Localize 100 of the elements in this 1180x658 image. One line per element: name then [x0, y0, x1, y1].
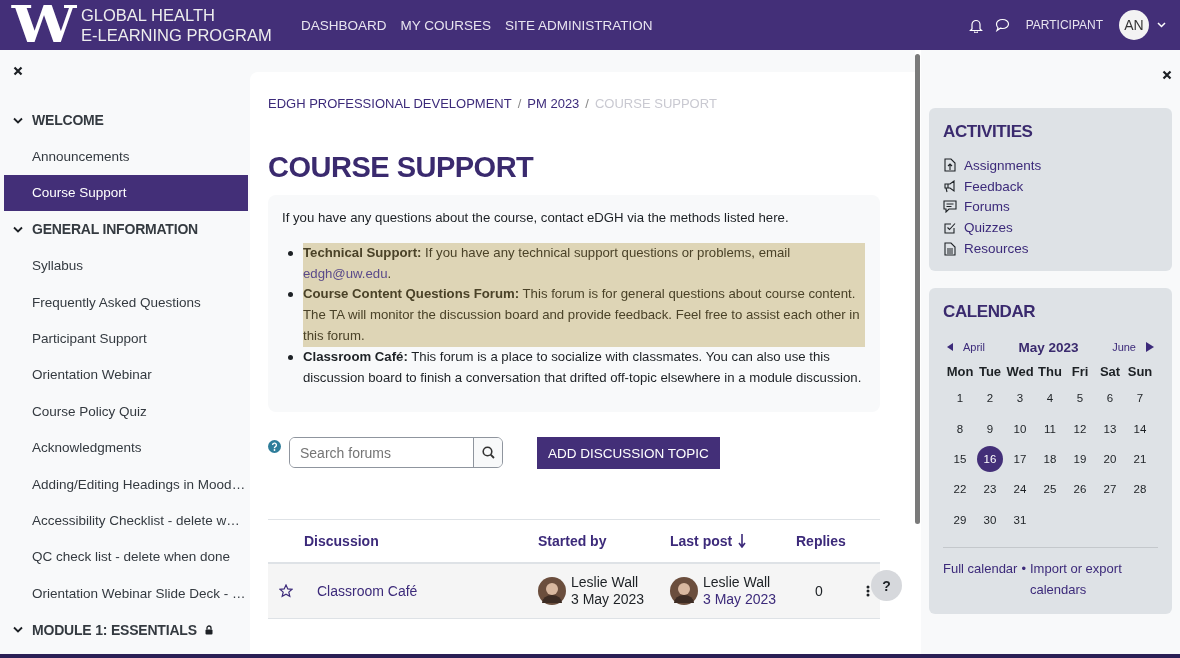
weekday-label: Sat: [1098, 363, 1122, 381]
calendar-day[interactable]: 29: [947, 506, 973, 533]
sidebar-item[interactable]: Adding/Editing Headings in Mood…: [4, 465, 248, 503]
author-name: Leslie Wall: [703, 574, 772, 592]
column-header[interactable]: Replies: [796, 533, 856, 550]
sidebar-item[interactable]: Participant Support: [4, 320, 248, 357]
sidebar-item[interactable]: Course Support: [4, 174, 248, 212]
next-month-link[interactable]: June: [1112, 341, 1154, 354]
weekday-label: Sun: [1126, 363, 1154, 381]
calendar-day[interactable]: 18: [1037, 445, 1063, 472]
add-topic-button[interactable]: ADD DISCUSSION TOPIC: [537, 437, 720, 470]
avatar-icon: [670, 577, 698, 606]
calendar-day[interactable]: 15: [947, 445, 973, 472]
weekday-label: Tue: [977, 363, 1003, 381]
avatar-icon: [538, 577, 566, 606]
help-button[interactable]: ?: [871, 570, 902, 602]
calendar-day[interactable]: 16: [977, 445, 1003, 472]
block-title: ACTIVITIES: [943, 122, 1034, 142]
search-button[interactable]: [473, 438, 502, 468]
chevron-icon[interactable]: [13, 225, 23, 233]
activity-link[interactable]: Resources: [964, 241, 1029, 257]
calendar-day[interactable]: 11: [1037, 415, 1063, 442]
calendar-day[interactable]: 14: [1127, 415, 1153, 442]
document-icon: [943, 241, 957, 256]
nav-link[interactable]: SITE ADMINISTRATION: [505, 17, 653, 33]
calendar-day[interactable]: 23: [977, 476, 1003, 503]
email-link[interactable]: edgh@uw.edu: [303, 265, 388, 281]
bell-icon[interactable]: [968, 17, 983, 33]
calendar-day[interactable]: 27: [1097, 476, 1123, 503]
sidebar-item[interactable]: Acknowledgments: [4, 429, 248, 466]
section-heading[interactable]: GENERAL INFORMATION: [32, 221, 198, 238]
chat-icon[interactable]: [994, 18, 1010, 32]
column-header[interactable]: Discussion: [304, 533, 538, 550]
sidebar-item[interactable]: Announcements: [4, 138, 248, 175]
sidebar-item[interactable]: Frequently Asked Questions: [4, 283, 248, 321]
calendar-day[interactable]: 8: [947, 415, 973, 442]
sort-down-icon[interactable]: [738, 534, 747, 549]
scrollbar[interactable]: [915, 54, 920, 524]
calendar-day[interactable]: 26: [1067, 476, 1093, 503]
activity-link[interactable]: Quizzes: [964, 220, 1013, 236]
activity-link[interactable]: Forums: [964, 199, 1010, 215]
calendar-day[interactable]: 12: [1067, 415, 1093, 442]
search-icon: [481, 446, 495, 460]
calendar-day[interactable]: 22: [947, 476, 973, 503]
section-heading[interactable]: MODULE 1: ESSENTIALS: [32, 621, 213, 638]
discussion-link[interactable]: Classroom Café: [317, 583, 418, 600]
sidebar-item[interactable]: Orientation Webinar: [4, 356, 248, 394]
sidebar-item[interactable]: Course Policy Quiz: [4, 393, 248, 430]
megaphone-icon: [943, 179, 957, 193]
reply-count: 0: [814, 583, 824, 600]
calendar-day[interactable]: 2: [977, 385, 1003, 412]
nav-link[interactable]: DASHBOARD: [301, 17, 387, 33]
intro-text: If you have any questions about the course, contact eDGH via the methods listed here.: [282, 209, 790, 227]
previous-month-link[interactable]: April: [947, 341, 985, 354]
nav-link[interactable]: MY COURSES: [400, 17, 492, 33]
brand-name: E-LEARNING PROGRAM: [81, 25, 273, 45]
bullet-icon: [288, 354, 293, 360]
calendar-link[interactable]: Full calendar: [943, 560, 1018, 576]
calendar-day[interactable]: 31: [1007, 506, 1033, 533]
column-header[interactable]: Last post: [670, 533, 733, 550]
calendar-day[interactable]: 20: [1097, 445, 1123, 472]
sidebar-item[interactable]: QC check list - delete when done: [4, 538, 248, 576]
search-field[interactable]: Search forums: [289, 437, 503, 469]
activity-link[interactable]: Assignments: [964, 157, 1042, 173]
calendar-day[interactable]: 6: [1097, 385, 1123, 412]
more-icon[interactable]: [866, 585, 870, 598]
calendar-day[interactable]: 28: [1127, 476, 1153, 503]
star-icon[interactable]: [279, 584, 293, 599]
calendar-day[interactable]: 13: [1097, 415, 1123, 442]
chevron-icon[interactable]: [13, 626, 23, 634]
activity-link[interactable]: Feedback: [964, 178, 1024, 194]
calendar-day[interactable]: 19: [1067, 445, 1093, 472]
sidebar-item[interactable]: Syllabus: [4, 247, 248, 284]
calendar-day[interactable]: 7: [1127, 385, 1153, 412]
calendar-day[interactable]: 1: [947, 385, 973, 412]
section-heading[interactable]: WELCOME: [32, 112, 104, 129]
post-date-link[interactable]: 3 May 2023: [703, 591, 777, 609]
calendar-day[interactable]: 4: [1037, 385, 1063, 412]
calendar-day[interactable]: 21: [1127, 445, 1153, 472]
calendar-day[interactable]: 5: [1067, 385, 1093, 412]
breadcrumb-link[interactable]: EDGH PROFESSIONAL DEVELOPMENT: [268, 96, 512, 111]
lock-icon: [204, 624, 213, 635]
chevron-icon[interactable]: [13, 116, 23, 124]
calendar-day[interactable]: 9: [977, 415, 1003, 442]
calendar-link[interactable]: Import or export calendars: [1030, 557, 1142, 600]
breadcrumb-link[interactable]: PM 2023: [527, 96, 580, 111]
close-icon[interactable]: [13, 66, 23, 76]
calendar-day[interactable]: 17: [1007, 445, 1033, 472]
calendar-day[interactable]: 3: [1007, 385, 1033, 412]
calendar-day[interactable]: 30: [977, 506, 1003, 533]
sidebar-item[interactable]: Accessibility Checklist - delete w…: [4, 502, 248, 539]
help-icon[interactable]: [268, 440, 281, 454]
calendar-day[interactable]: 25: [1037, 476, 1063, 503]
column-header[interactable]: Started by: [538, 533, 670, 550]
caret-icon[interactable]: [1157, 22, 1166, 28]
sidebar-item[interactable]: Orientation Webinar Slide Deck - …: [4, 575, 248, 612]
calendar-day[interactable]: 24: [1007, 476, 1033, 503]
close-icon[interactable]: [1162, 70, 1172, 80]
calendar-day[interactable]: 10: [1007, 415, 1033, 442]
user-avatar[interactable]: AN: [1119, 10, 1149, 40]
